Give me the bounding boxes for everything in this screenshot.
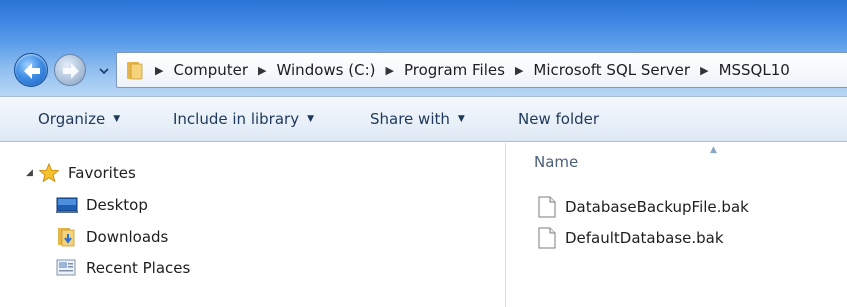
caret-down-icon: ▼ bbox=[113, 114, 121, 124]
include-in-library-label: Include in library bbox=[173, 110, 300, 128]
breadcrumb-separator-icon[interactable]: ▶ bbox=[515, 64, 523, 77]
column-header-name[interactable]: Name bbox=[534, 153, 578, 171]
breadcrumb-separator-icon[interactable]: ▶ bbox=[385, 64, 393, 77]
breadcrumb-windows-c[interactable]: Windows (C:) bbox=[277, 61, 376, 79]
file-name: DefaultDatabase.bak bbox=[565, 229, 724, 247]
caret-down-icon: ▼ bbox=[457, 114, 465, 124]
caret-down-icon: ▼ bbox=[307, 114, 314, 124]
organize-menu[interactable]: Organize ▼ bbox=[38, 110, 120, 128]
downloads-folder-icon bbox=[56, 227, 78, 247]
nav-item-label: Desktop bbox=[86, 196, 148, 214]
folder-icon bbox=[123, 59, 145, 81]
nav-item-desktop[interactable]: Desktop bbox=[56, 195, 148, 215]
file-row[interactable]: DatabaseBackupFile.bak bbox=[538, 196, 749, 218]
share-with-label: Share with bbox=[370, 110, 450, 128]
command-toolbar: Organize ▼ Include in library ▼ Share wi… bbox=[0, 96, 847, 142]
breadcrumb-computer[interactable]: Computer bbox=[173, 61, 248, 79]
recent-places-icon bbox=[56, 258, 78, 278]
nav-item-label: Downloads bbox=[86, 228, 169, 246]
new-folder-button[interactable]: New folder bbox=[518, 110, 599, 128]
sort-ascending-icon: ▲ bbox=[710, 145, 717, 155]
share-with-menu[interactable]: Share with ▼ bbox=[370, 110, 465, 128]
expand-arrow-icon[interactable]: ◢ bbox=[26, 168, 38, 178]
file-name: DatabaseBackupFile.bak bbox=[565, 198, 749, 216]
recent-pages-dropdown[interactable] bbox=[97, 64, 111, 78]
address-bar[interactable]: ▶ Computer ▶ Windows (C:) ▶ Program File… bbox=[116, 52, 847, 88]
file-row[interactable]: DefaultDatabase.bak bbox=[538, 227, 724, 249]
star-icon bbox=[38, 162, 60, 183]
nav-item-downloads[interactable]: Downloads bbox=[56, 227, 168, 247]
forward-arrow-icon bbox=[63, 63, 79, 79]
organize-label: Organize bbox=[38, 110, 106, 128]
breadcrumb-separator-icon[interactable]: ▶ bbox=[700, 64, 708, 77]
breadcrumb-mssql10[interactable]: MSSQL10 bbox=[719, 61, 790, 79]
navigation-pane: ◢ Favorites Desktop Downloads Recent Pla… bbox=[0, 143, 506, 307]
file-icon bbox=[538, 227, 556, 249]
chevron-down-icon bbox=[99, 68, 109, 75]
include-in-library-menu[interactable]: Include in library ▼ bbox=[173, 110, 314, 128]
favorites-label: Favorites bbox=[68, 164, 136, 182]
desktop-icon bbox=[56, 195, 78, 215]
favorites-node[interactable]: ◢ Favorites bbox=[26, 162, 136, 183]
breadcrumb-microsoft-sql-server[interactable]: Microsoft SQL Server bbox=[533, 61, 690, 79]
file-icon bbox=[538, 196, 556, 218]
window-titlebar: ▶ Computer ▶ Windows (C:) ▶ Program File… bbox=[0, 0, 847, 96]
breadcrumb-separator-icon[interactable]: ▶ bbox=[258, 64, 266, 77]
file-list-pane: ▲ Name DatabaseBackupFile.bak DefaultDat… bbox=[506, 143, 847, 307]
back-arrow-icon bbox=[24, 63, 40, 79]
nav-item-label: Recent Places bbox=[86, 259, 191, 277]
back-button[interactable] bbox=[14, 53, 48, 87]
breadcrumb-separator-icon[interactable]: ▶ bbox=[155, 64, 163, 77]
forward-button[interactable] bbox=[54, 54, 86, 86]
new-folder-label: New folder bbox=[518, 110, 600, 128]
nav-item-recent-places[interactable]: Recent Places bbox=[56, 258, 190, 278]
breadcrumb-program-files[interactable]: Program Files bbox=[404, 61, 505, 79]
